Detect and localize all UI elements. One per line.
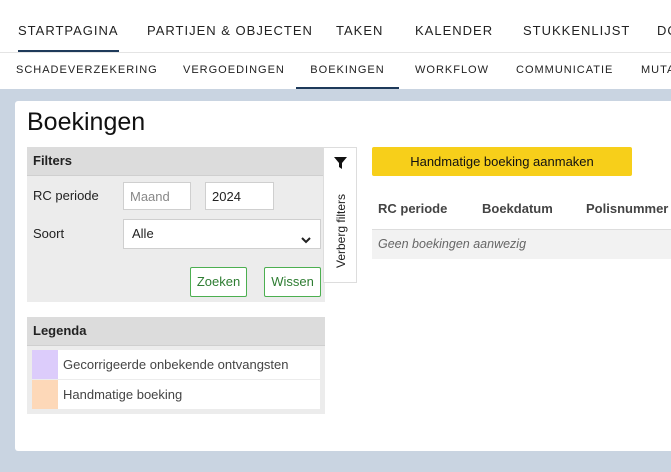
hide-filters-toggle[interactable]: Verberg filters [323,147,357,283]
clear-button[interactable]: Wissen [264,267,321,297]
column-header-polisnummer[interactable]: Polisnummer [586,201,668,216]
filters-panel: Filters RC periode Soort Alle Zoeken Wis… [27,147,325,302]
nav-stukkenlijst[interactable]: STUKKENLIJST [523,0,630,52]
column-header-boekdatum[interactable]: Boekdatum [482,201,553,216]
month-input[interactable] [123,182,191,210]
top-navigation: STARTPAGINA PARTIJEN & OBJECTEN TAKEN KA… [0,0,671,53]
search-button[interactable]: Zoeken [190,267,247,297]
subnav-muta-truncated[interactable]: MUTA [641,53,671,89]
subnav-schadeverzekering[interactable]: SCHADEVERZEKERING [16,53,158,89]
nav-taken[interactable]: TAKEN [336,0,383,52]
filter-icon [334,157,347,175]
nav-startpagina[interactable]: STARTPAGINA [18,0,119,52]
legend-swatch-corrected [32,350,58,379]
create-manual-booking-button[interactable]: Handmatige boeking aanmaken [372,147,632,176]
soort-label: Soort [33,226,65,241]
chevron-down-icon [300,228,312,256]
nav-kalender[interactable]: KALENDER [415,0,493,52]
empty-table-message: Geen boekingen aanwezig [372,230,671,259]
legend-item: Gecorrigeerde onbekende ontvangsten [32,350,320,379]
legend-label-manual: Handmatige boeking [63,387,183,402]
filters-header: Filters [27,147,325,176]
subnav-workflow[interactable]: WORKFLOW [415,53,489,89]
column-header-rc-periode[interactable]: RC periode [378,201,447,216]
hide-filters-label: Verberg filters [334,193,348,269]
subnav-vergoedingen[interactable]: VERGOEDINGEN [183,53,285,89]
legend-swatch-manual [32,380,58,409]
rc-periode-label: RC periode [33,188,99,203]
sub-navigation: SCHADEVERZEKERING VERGOEDINGEN BOEKINGEN… [0,53,671,89]
subnav-communicatie[interactable]: COMMUNICATIE [516,53,613,89]
page-title: Boekingen [27,108,146,136]
soort-select-value: Alle [132,226,154,241]
legend-panel: Legenda Gecorrigeerde onbekende ontvangs… [27,317,325,414]
year-input[interactable] [205,182,274,210]
legend-label-corrected: Gecorrigeerde onbekende ontvangsten [63,357,289,372]
subnav-boekingen[interactable]: BOEKINGEN [296,53,399,89]
nav-partijen-objecten[interactable]: PARTIJEN & OBJECTEN [147,0,313,52]
nav-do-truncated[interactable]: DO [657,0,671,52]
legend-item: Handmatige boeking [32,380,320,409]
soort-select[interactable]: Alle [123,219,321,249]
legend-header: Legenda [27,317,325,346]
